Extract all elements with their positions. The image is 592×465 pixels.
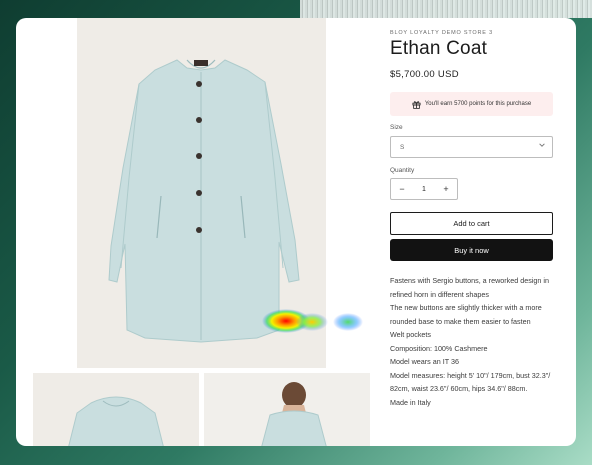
description-paragraph: Composition: 100% Cashmere xyxy=(390,343,488,353)
product-description: Fastens with Sergio buttons, a reworked … xyxy=(390,274,556,409)
quantity-decrease-button[interactable]: − xyxy=(391,184,413,194)
description-paragraph: The new buttons are slightly thicker wit… xyxy=(390,303,542,326)
description-paragraph: Model measures: height 5' 10"/ 179cm, bu… xyxy=(390,370,551,394)
gift-icon xyxy=(412,100,421,109)
model-back-illustration xyxy=(261,382,327,446)
quantity-input[interactable]: 1 xyxy=(413,186,435,193)
description-paragraph: Fastens with Sergio buttons, a reworked … xyxy=(390,276,550,299)
chevron-down-icon xyxy=(539,143,545,147)
quantity-stepper: − 1 + xyxy=(390,178,458,200)
background-noise-strip xyxy=(300,0,592,18)
quantity-label: Quantity xyxy=(390,167,415,174)
loyalty-points-text: You'll earn 5700 points for this purchas… xyxy=(424,101,532,107)
quantity-increase-button[interactable]: + xyxy=(435,184,457,194)
product-thumbnail-2[interactable] xyxy=(204,373,370,446)
add-to-cart-button[interactable]: Add to cart xyxy=(390,212,553,235)
description-paragraph: Welt pockets xyxy=(390,330,432,339)
product-title: Ethan Coat xyxy=(390,38,488,59)
click-heatmap-overlay xyxy=(262,309,363,333)
product-page-card: BLOY LOYALTY DEMO STORE 3 Ethan Coat $5,… xyxy=(16,18,576,446)
size-label: Size xyxy=(390,124,403,131)
product-price: $5,700.00 USD xyxy=(390,69,459,80)
size-selected-value: S xyxy=(400,143,405,151)
buy-it-now-button[interactable]: Buy it now xyxy=(390,239,553,261)
loyalty-points-banner: You'll earn 5700 points for this purchas… xyxy=(390,92,553,116)
size-select[interactable]: S xyxy=(390,136,553,158)
product-thumbnail-1[interactable] xyxy=(33,373,199,446)
vendor-name: BLOY LOYALTY DEMO STORE 3 xyxy=(390,30,493,36)
description-paragraph: Made in Italy xyxy=(390,397,431,407)
coat-thumbnail-illustration xyxy=(68,396,164,446)
description-paragraph: Model wears an IT 36 xyxy=(390,357,459,366)
